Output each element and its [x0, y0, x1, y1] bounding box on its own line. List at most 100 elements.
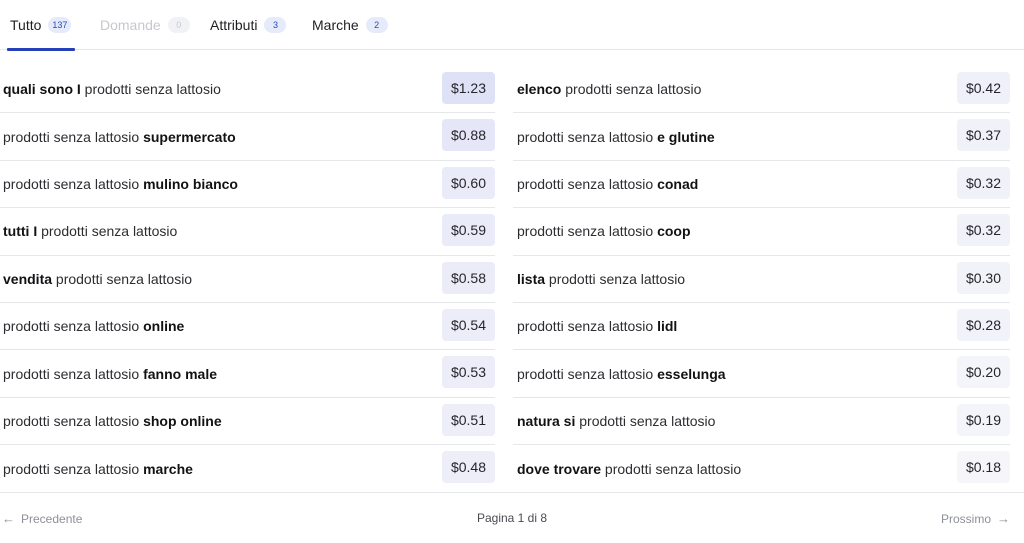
- tab-attributi[interactable]: Attributi 3: [210, 0, 287, 50]
- keyword-modifier: esselunga: [657, 365, 726, 382]
- keyword-base: prodotti senza lattosio: [80, 81, 221, 98]
- active-tab-indicator: [7, 48, 75, 51]
- cpc-price-badge: $0.58: [441, 261, 495, 294]
- keyword-base: prodotti senza lattosio: [517, 223, 658, 240]
- keyword-row[interactable]: vendita prodotti senza lattosio $0.58: [0, 256, 495, 303]
- keyword-text[interactable]: prodotti senza lattosio e glutine: [517, 113, 715, 159]
- cpc-price-badge: $0.30: [956, 261, 1010, 294]
- keyword-modifier: lidl: [657, 318, 678, 335]
- keyword-row[interactable]: prodotti senza lattosio esselunga $0.20: [513, 350, 1010, 398]
- keyword-row[interactable]: lista prodotti senza lattosio $0.30: [513, 256, 1010, 303]
- tab-label: Domande: [100, 17, 161, 33]
- keyword-base: prodotti senza lattosio: [517, 365, 658, 382]
- keyword-base: prodotti senza lattosio: [601, 460, 742, 477]
- cpc-price-badge: $0.37: [956, 119, 1010, 152]
- tab-count-badge: 137: [48, 17, 72, 33]
- tab-label: Tutto: [10, 17, 42, 33]
- keyword-base: prodotti senza lattosio: [545, 270, 686, 287]
- keyword-base: prodotti senza lattosio: [3, 412, 144, 429]
- tab-domande[interactable]: Domande 0: [100, 0, 190, 50]
- keyword-text[interactable]: prodotti senza lattosio fanno male: [3, 350, 217, 396]
- tab-tutto[interactable]: Tutto 137: [7, 0, 75, 51]
- keyword-modifier: natura si: [517, 412, 576, 429]
- arrow-right-icon: →: [997, 511, 1010, 526]
- cpc-price-badge: $0.51: [441, 403, 495, 436]
- keyword-base: prodotti senza lattosio: [561, 81, 702, 98]
- keyword-text[interactable]: prodotti senza lattosio online: [3, 303, 184, 349]
- keyword-text[interactable]: quali sono I prodotti senza lattosio: [3, 66, 221, 112]
- cpc-price-badge: $1.23: [441, 72, 495, 104]
- cpc-price-badge: $0.28: [956, 308, 1010, 341]
- cpc-price-badge: $0.19: [956, 403, 1010, 436]
- keyword-row[interactable]: prodotti senza lattosio marche $0.48: [0, 445, 495, 492]
- cpc-price-badge: $0.32: [956, 166, 1010, 199]
- keyword-modifier: marche: [143, 460, 193, 477]
- tab-count-badge: 3: [264, 17, 287, 33]
- cpc-price-badge: $0.59: [441, 214, 495, 247]
- keyword-base: prodotti senza lattosio: [517, 175, 658, 192]
- keyword-base: prodotti senza lattosio: [517, 318, 658, 335]
- keyword-row[interactable]: prodotti senza lattosio supermercato $0.8…: [0, 113, 495, 161]
- tab-label: Attributi: [210, 17, 258, 33]
- keyword-base: prodotti senza lattosio: [3, 318, 144, 335]
- keyword-modifier: coop: [657, 223, 691, 240]
- keyword-row[interactable]: tutti I prodotti senza lattosio $0.59: [0, 208, 495, 256]
- keyword-row[interactable]: prodotti senza lattosio lidl $0.28: [513, 303, 1010, 351]
- cpc-price-badge: $0.20: [956, 356, 1010, 389]
- keyword-base: prodotti senza lattosio: [52, 270, 193, 287]
- next-button[interactable]: Prossimo →: [941, 511, 1010, 526]
- keyword-text[interactable]: prodotti senza lattosio mulino bianco: [3, 161, 238, 207]
- cpc-price-badge: $0.54: [441, 308, 495, 341]
- keyword-text[interactable]: natura si prodotti senza lattosio: [517, 398, 715, 444]
- page-indicator: Pagina 1 di 8: [476, 511, 548, 525]
- tab-label: Marche: [312, 17, 359, 33]
- keyword-text[interactable]: prodotti senza lattosio conad: [517, 161, 698, 207]
- keyword-modifier: online: [143, 318, 185, 335]
- keyword-text[interactable]: elenco prodotti senza lattosio: [517, 66, 701, 112]
- keyword-text[interactable]: lista prodotti senza lattosio: [517, 256, 685, 302]
- keyword-base: prodotti senza lattosio: [517, 128, 658, 145]
- keyword-row[interactable]: natura si prodotti senza lattosio $0.19: [513, 398, 1010, 446]
- keyword-modifier: quali sono I: [3, 81, 81, 98]
- keyword-row[interactable]: prodotti senza lattosio mulino bianco $0.…: [0, 161, 495, 209]
- keyword-text[interactable]: prodotti senza lattosio coop: [517, 208, 691, 254]
- keyword-row[interactable]: elenco prodotti senza lattosio $0.42: [513, 66, 1010, 114]
- keyword-modifier: vendita: [3, 270, 53, 287]
- keyword-base: prodotti senza lattosio: [3, 175, 144, 192]
- cpc-price-badge: $0.18: [956, 451, 1010, 484]
- keyword-list-right: elenco prodotti senza lattosio $0.42 prodo…: [513, 66, 1010, 493]
- keyword-text[interactable]: dove trovare prodotti senza lattosio: [517, 445, 741, 492]
- keyword-text[interactable]: prodotti senza lattosio supermercato: [3, 113, 236, 159]
- cpc-price-badge: $0.32: [956, 214, 1010, 247]
- keyword-row[interactable]: quali sono I prodotti senza lattosio $1.2…: [0, 66, 495, 114]
- keyword-text[interactable]: prodotti senza lattosio esselunga: [517, 350, 726, 396]
- keyword-text[interactable]: prodotti senza lattosio marche: [3, 445, 193, 492]
- pagination: ← Precedente Pagina 1 di 8 Prossimo →: [0, 492, 1024, 543]
- tab-count-badge: 0: [167, 17, 190, 33]
- cpc-price-badge: $0.60: [441, 166, 495, 199]
- keyword-row[interactable]: prodotti senza lattosio coop $0.32: [513, 208, 1010, 256]
- keyword-modifier: elenco: [517, 81, 562, 98]
- keyword-row[interactable]: dove trovare prodotti senza lattosio $0.1…: [513, 445, 1010, 492]
- keyword-base: prodotti senza lattosio: [37, 223, 178, 240]
- cpc-price-badge: $0.88: [441, 119, 495, 152]
- tab-marche[interactable]: Marche 2: [312, 0, 388, 50]
- cpc-price-badge: $0.42: [956, 72, 1010, 104]
- keyword-modifier: conad: [657, 175, 699, 192]
- keyword-modifier: lista: [517, 270, 546, 287]
- keyword-row[interactable]: prodotti senza lattosio shop online $0.51: [0, 398, 495, 446]
- keyword-row[interactable]: prodotti senza lattosio e glutine $0.37: [513, 113, 1010, 161]
- keyword-text[interactable]: prodotti senza lattosio lidl: [517, 303, 677, 349]
- keyword-text[interactable]: tutti I prodotti senza lattosio: [3, 208, 177, 254]
- keyword-row[interactable]: prodotti senza lattosio online $0.54: [0, 303, 495, 351]
- keyword-text[interactable]: prodotti senza lattosio shop online: [3, 398, 222, 444]
- keyword-base: prodotti senza lattosio: [575, 412, 716, 429]
- keyword-base: prodotti senza lattosio: [3, 128, 144, 145]
- keyword-text[interactable]: vendita prodotti senza lattosio: [3, 256, 192, 302]
- cpc-price-badge: $0.48: [441, 451, 495, 484]
- keyword-list-left: quali sono I prodotti senza lattosio $1.2…: [0, 66, 495, 493]
- keyword-modifier: dove trovare: [517, 460, 602, 477]
- keyword-row[interactable]: prodotti senza lattosio conad $0.32: [513, 161, 1010, 209]
- keyword-row[interactable]: prodotti senza lattosio fanno male $0.53: [0, 350, 495, 398]
- keyword-modifier: e glutine: [657, 128, 715, 145]
